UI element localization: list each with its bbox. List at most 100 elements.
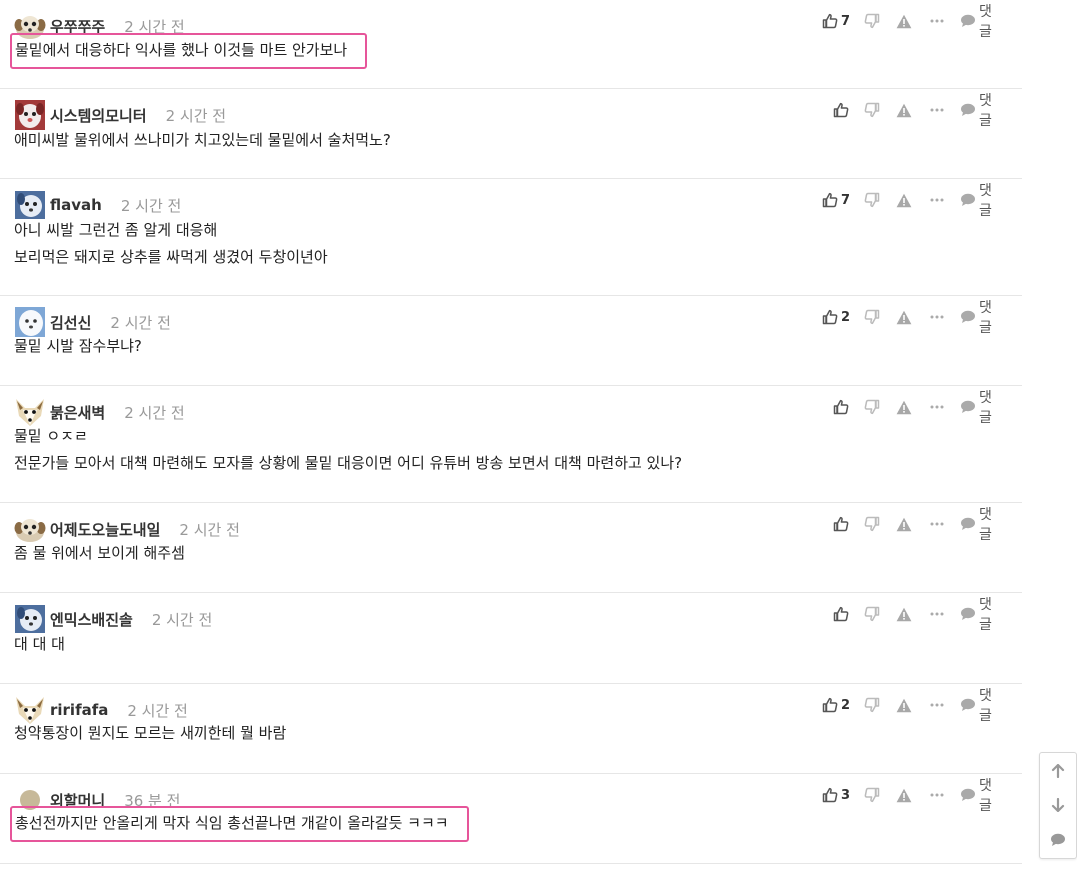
reply-button[interactable]: 댓글 <box>960 688 992 724</box>
dislike-button[interactable] <box>864 603 880 625</box>
dislike-button[interactable] <box>864 694 880 716</box>
more-dots-icon <box>930 793 944 797</box>
thumbs-down-icon <box>864 192 880 208</box>
jump-to-comments-button[interactable] <box>1040 824 1076 856</box>
report-button[interactable] <box>896 603 912 625</box>
more-dots-icon <box>930 405 944 409</box>
warning-icon <box>896 788 912 803</box>
comment-header: 엔믹스배진솔 2 시간 전 <box>14 605 212 633</box>
scroll-down-button[interactable] <box>1040 789 1076 821</box>
comment-body: 아니 씨발 그런건 좀 알게 대응해 보리먹은 돼지로 상추를 싸먹게 생겼어 두… <box>14 217 328 271</box>
like-button[interactable] <box>833 603 849 625</box>
comment-item: 김선신 2 시간 전 물밑 시발 잠수부냐? 2 댓글 <box>0 296 1022 386</box>
reply-button[interactable]: 댓글 <box>960 183 992 219</box>
thumbs-up-icon <box>822 309 838 325</box>
like-button[interactable] <box>833 513 849 535</box>
speech-bubble-icon <box>960 14 976 28</box>
report-button[interactable] <box>896 99 912 121</box>
report-button[interactable] <box>896 694 912 716</box>
dislike-button[interactable] <box>864 99 880 121</box>
warning-icon <box>896 193 912 208</box>
dislike-button[interactable] <box>864 513 880 535</box>
thumbs-down-icon <box>864 787 880 803</box>
thumbs-up-icon <box>833 516 849 532</box>
dislike-button[interactable] <box>864 784 880 806</box>
reply-label: 댓글 <box>979 390 992 426</box>
reply-label: 댓글 <box>979 688 992 724</box>
like-button[interactable] <box>833 99 849 121</box>
more-dots-icon <box>930 703 944 707</box>
dislike-button[interactable] <box>864 10 880 32</box>
like-button[interactable]: 3 <box>822 784 850 806</box>
more-button[interactable] <box>930 396 944 418</box>
thumbs-down-icon <box>864 697 880 713</box>
comment-body: 애미씨발 물위에서 쓰나미가 치고있는데 물밑에서 술처먹노? <box>14 127 391 154</box>
comment-author[interactable]: 붉은새벽 <box>50 402 105 423</box>
scroll-up-button[interactable] <box>1040 755 1076 787</box>
like-button[interactable]: 7 <box>822 10 850 32</box>
speech-bubble-icon <box>960 193 976 207</box>
thumbs-up-icon <box>822 192 838 208</box>
like-button[interactable] <box>833 396 849 418</box>
comment-text-line: 대 대 대 <box>14 635 65 653</box>
more-button[interactable] <box>930 99 944 121</box>
more-button[interactable] <box>930 784 944 806</box>
like-button[interactable]: 2 <box>822 306 850 328</box>
comment-item: 붉은새벽 2 시간 전 물밑 ㅇㅈㄹ 전문가들 모아서 대책 마련해도 모자를 상황에… <box>0 386 1022 503</box>
comment-author[interactable]: ririfafa <box>50 701 108 719</box>
thumbs-up-icon <box>833 606 849 622</box>
reply-button[interactable]: 댓글 <box>960 4 992 40</box>
dislike-button[interactable] <box>864 396 880 418</box>
dislike-button[interactable] <box>864 189 880 211</box>
comment-author[interactable]: 시스템의모니터 <box>50 105 147 126</box>
comment-author[interactable]: 어제도오늘도내일 <box>50 519 160 540</box>
like-count: 3 <box>841 787 851 803</box>
comment-header: 어제도오늘도내일 2 시간 전 <box>14 515 240 543</box>
thumbs-down-icon <box>864 516 880 532</box>
report-button[interactable] <box>896 396 912 418</box>
reply-button[interactable]: 댓글 <box>960 507 992 543</box>
comment-item: flavah 2 시간 전 아니 씨발 그런건 좀 알게 대응해 보리먹은 돼지로 상… <box>0 179 1022 296</box>
comment-timestamp: 2 시간 전 <box>110 313 171 332</box>
report-button[interactable] <box>896 784 912 806</box>
comment-text-line: 물밑 ㅇㅈㄹ <box>14 427 88 445</box>
report-button[interactable] <box>896 306 912 328</box>
comment-item: 외할머니 36 분 전 총선전까지만 안올리게 막자 식임 총선끝나면 개같이 올라… <box>0 774 1022 864</box>
comment-body: 대 대 대 <box>14 631 65 658</box>
report-button[interactable] <box>896 10 912 32</box>
comment-item: ririfafa 2 시간 전청약통장이 뭔지도 모르는 새끼한테 뭘 바람 2 댓글 <box>0 684 1022 774</box>
dislike-button[interactable] <box>864 306 880 328</box>
like-button[interactable]: 2 <box>822 694 850 716</box>
more-button[interactable] <box>930 603 944 625</box>
reply-label: 댓글 <box>979 778 992 814</box>
more-button[interactable] <box>930 10 944 32</box>
more-button[interactable] <box>930 306 944 328</box>
side-nav <box>1039 752 1077 859</box>
reply-label: 댓글 <box>979 4 992 40</box>
reply-button[interactable]: 댓글 <box>960 390 992 426</box>
more-button[interactable] <box>930 694 944 716</box>
speech-bubble-icon <box>960 607 976 621</box>
report-button[interactable] <box>896 189 912 211</box>
like-button[interactable]: 7 <box>822 189 850 211</box>
warning-icon <box>896 698 912 713</box>
comment-body: 물밑에서 대응하다 익사를 했나 이것들 마트 안가보나 <box>10 33 368 69</box>
comment-text-line: 청약통장이 뭔지도 모르는 새끼한테 뭘 바람 <box>14 724 287 742</box>
thumbs-up-icon <box>833 102 849 118</box>
like-count: 7 <box>841 192 851 208</box>
comment-author[interactable]: 엔믹스배진솔 <box>50 609 133 630</box>
reply-button[interactable]: 댓글 <box>960 300 992 336</box>
report-button[interactable] <box>896 513 912 535</box>
reply-button[interactable]: 댓글 <box>960 597 992 633</box>
reply-button[interactable]: 댓글 <box>960 93 992 129</box>
reply-button[interactable]: 댓글 <box>960 778 992 814</box>
comment-author[interactable]: flavah <box>50 196 102 214</box>
warning-icon <box>896 517 912 532</box>
more-button[interactable] <box>930 513 944 535</box>
more-button[interactable] <box>930 189 944 211</box>
thumbs-down-icon <box>864 309 880 325</box>
speech-bubble-icon <box>960 310 976 324</box>
speech-bubble-icon <box>960 103 976 117</box>
comment-timestamp: 2 시간 전 <box>127 701 188 720</box>
comment-author[interactable]: 김선신 <box>50 312 91 333</box>
